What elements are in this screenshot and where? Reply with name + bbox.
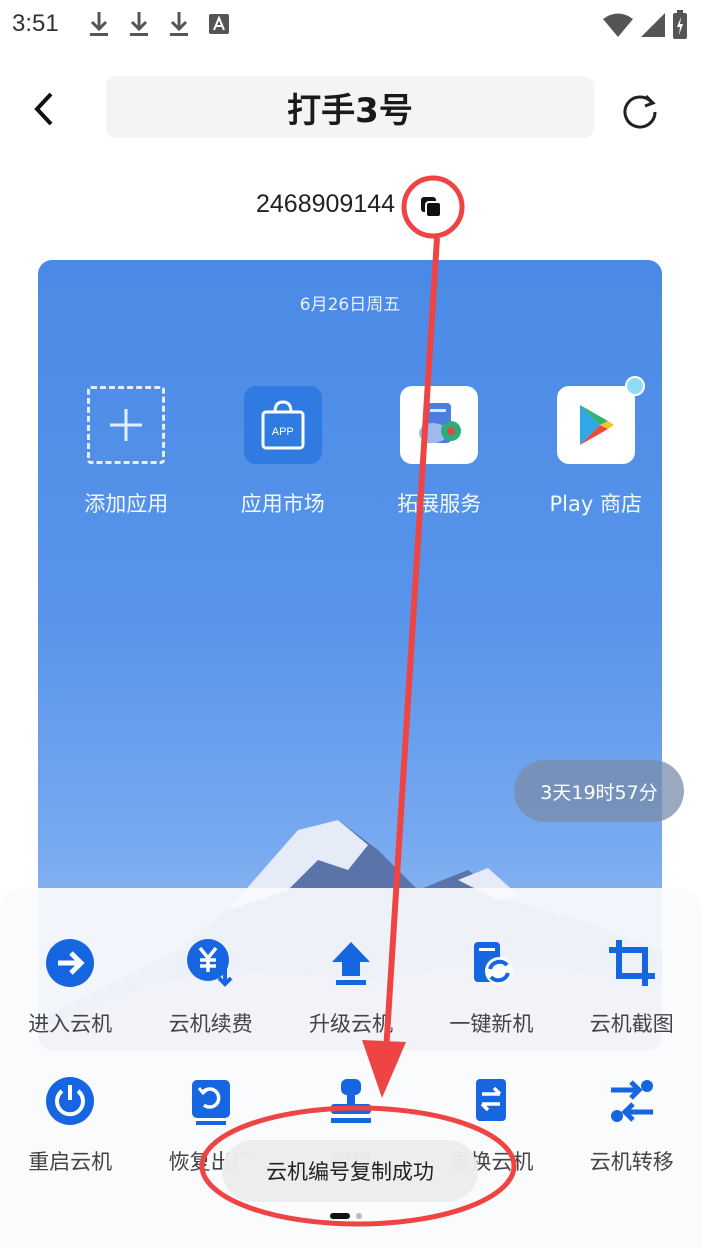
font-a-icon xyxy=(209,14,229,34)
play-store-icon xyxy=(556,376,645,464)
upgrade-arrow-icon xyxy=(326,938,376,988)
action-label: 重启云机 xyxy=(28,1150,113,1174)
enter-cloud-button[interactable]: 进入云机 xyxy=(0,938,140,1038)
app-label: 应用市场 xyxy=(240,492,325,516)
new-device-button[interactable]: 一键新机 xyxy=(421,938,561,1038)
restart-button[interactable]: 重启云机 xyxy=(0,1076,140,1176)
app-market-icon: APP xyxy=(243,386,322,464)
status-time: 3:51 xyxy=(12,10,59,37)
page-dot xyxy=(356,1213,362,1219)
remaining-time-badge: 3天19时57分 xyxy=(514,760,684,822)
system-icons xyxy=(602,10,688,40)
device-id: 2468909144 xyxy=(256,190,396,218)
action-label: 一键新机 xyxy=(449,1012,534,1036)
stamp-icon xyxy=(326,1076,376,1126)
device-id-row: 2468909144 xyxy=(0,186,702,226)
app-item-add[interactable]: 添加应用 xyxy=(60,386,193,518)
chevron-left-icon xyxy=(34,92,53,126)
back-button[interactable] xyxy=(24,84,64,134)
phone-date: 6月26日周五 xyxy=(299,295,401,315)
battery-charging-icon xyxy=(673,10,687,39)
extension-service-icon xyxy=(400,386,479,464)
action-label: 云机转移 xyxy=(589,1150,674,1174)
action-label: 升级云机 xyxy=(308,1012,393,1036)
crop-icon xyxy=(607,938,657,988)
enter-arrow-icon xyxy=(45,938,95,988)
copy-icon xyxy=(421,197,442,218)
upgrade-button[interactable]: 升级云机 xyxy=(281,938,421,1038)
copy-success-toast: 云机编号复制成功 xyxy=(222,1140,478,1202)
wifi-icon xyxy=(603,13,633,37)
title-box[interactable]: 打手3号 xyxy=(106,76,594,138)
status-bar: 3:51 xyxy=(0,0,702,50)
update-dot xyxy=(624,376,645,396)
renew-yen-icon xyxy=(186,938,236,988)
app-grid: 添加应用 APP 应用市场 拓展服务 Play 商店 xyxy=(38,376,663,518)
action-row: 进入云机 云机续费 升级云机 一键新机 云机截图 xyxy=(0,938,702,1038)
new-device-icon xyxy=(466,938,516,988)
app-market-icon-text: APP xyxy=(271,426,294,438)
refresh-icon xyxy=(623,94,657,129)
page-indicator xyxy=(330,1213,362,1219)
notification-icons xyxy=(88,10,230,38)
download-icon xyxy=(90,12,108,36)
action-label: 云机截图 xyxy=(589,1012,674,1036)
app-item-extension[interactable]: 拓展服务 xyxy=(373,386,506,518)
app-label: Play 商店 xyxy=(549,492,642,516)
action-label: 云机续费 xyxy=(168,1012,253,1036)
renew-button[interactable]: 云机续费 xyxy=(140,938,280,1038)
app-label: 拓展服务 xyxy=(397,492,482,516)
screenshot-button[interactable]: 云机截图 xyxy=(562,938,702,1038)
download-icon xyxy=(130,12,148,36)
page-title: 打手3号 xyxy=(287,90,413,131)
factory-reset-icon xyxy=(186,1076,236,1126)
refresh-button[interactable] xyxy=(616,86,664,134)
copy-button[interactable] xyxy=(418,194,444,220)
app-item-play-store[interactable]: Play 商店 xyxy=(530,376,663,518)
swap-device-icon xyxy=(466,1076,516,1126)
transfer-icon xyxy=(607,1076,657,1126)
transfer-button[interactable]: 云机转移 xyxy=(562,1076,702,1176)
add-app-icon xyxy=(87,386,166,464)
app-label: 添加应用 xyxy=(84,492,169,516)
power-icon xyxy=(45,1076,95,1126)
app-item-market[interactable]: APP 应用市场 xyxy=(217,386,350,518)
page-dot-active xyxy=(330,1213,350,1219)
action-label: 进入云机 xyxy=(28,1012,113,1036)
download-icon xyxy=(170,12,188,36)
signal-icon xyxy=(641,13,665,37)
